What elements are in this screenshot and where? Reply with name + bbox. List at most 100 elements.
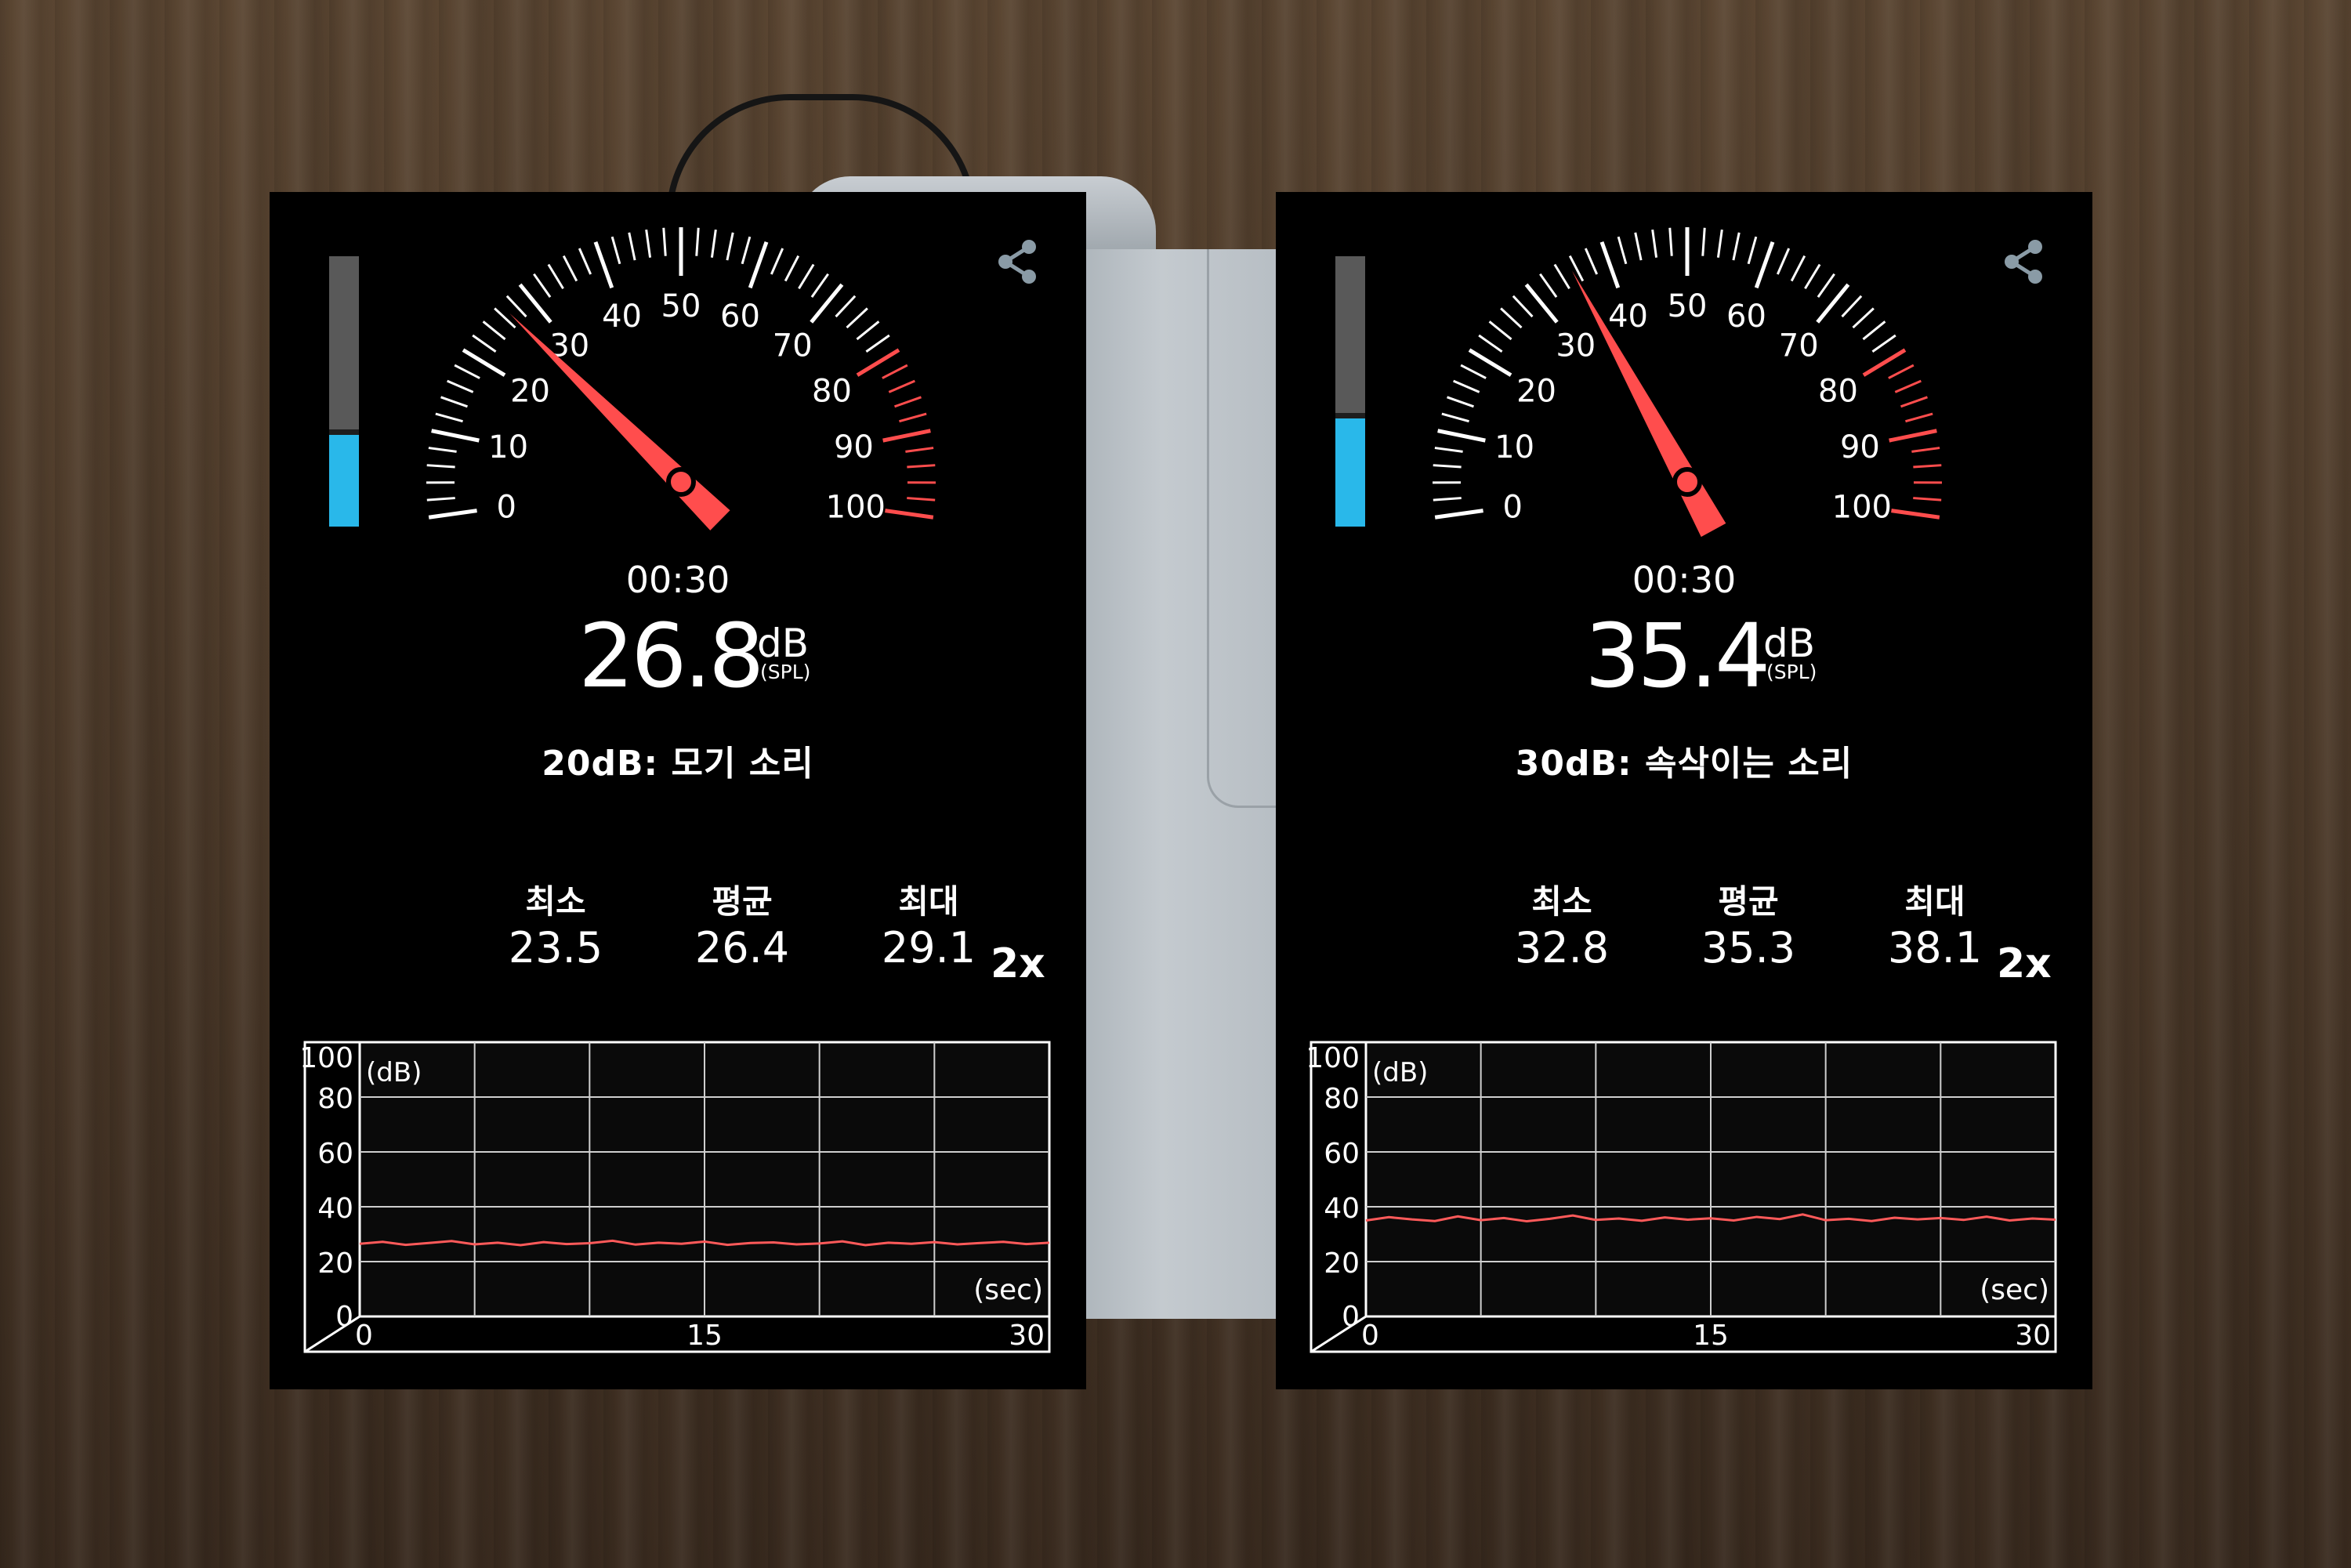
gauge-tick [494, 307, 516, 329]
gauge-tick [1478, 334, 1503, 353]
gauge-label: 60 [1726, 299, 1766, 335]
gauge-tick [1871, 334, 1896, 353]
noise-description: 20dB: 모기 소리 [542, 744, 814, 784]
stat-avg: 평균 35.3 [1682, 882, 1815, 974]
chart-x-tick-label: 30 [2015, 1320, 2051, 1352]
gauge-tick [1539, 273, 1558, 298]
share-icon[interactable] [2001, 237, 2048, 286]
gauge-tick [894, 396, 922, 408]
gauge-tick [454, 364, 480, 379]
chart-y-tick-label: 0 [1342, 1301, 1360, 1333]
gauge-tick [726, 232, 734, 261]
chart-y-tick-label: 60 [1324, 1138, 1360, 1170]
chart-y-tick-label: 0 [335, 1301, 353, 1333]
elapsed-time: 00:30 [625, 559, 730, 601]
gauge-tick [482, 320, 506, 341]
speed-toggle-button[interactable]: 2x [991, 940, 1045, 987]
gauge-tick [435, 412, 463, 423]
level-meter [329, 256, 359, 527]
gauge: 010203040 50 60708090100 [1432, 227, 1943, 538]
share-icon[interactable] [994, 237, 1041, 286]
gauge-tick [1911, 447, 1940, 453]
gauge-tick [1434, 447, 1463, 453]
sound-meter-panel-1: 0 10 20 30 40 50 60 70 80 90 100 00:30 26.8 dB (SP… [270, 192, 1086, 1389]
gauge-tick [907, 497, 936, 502]
chart-y-tick-label: 100 [1307, 1042, 1360, 1074]
gauge-tick [1453, 379, 1480, 393]
gauge-label: 90 [834, 429, 874, 465]
gauge-tick [645, 229, 652, 258]
gauge-tick [882, 364, 908, 379]
gauge-label: 50 [661, 288, 701, 324]
gauge-tick [882, 429, 931, 443]
gauge-tick [888, 379, 915, 393]
gauge-tick [1776, 248, 1791, 275]
gauge-tick [1500, 307, 1523, 329]
gauge-tick [1512, 295, 1534, 318]
chart-y-tick-label: 60 [317, 1138, 353, 1170]
chart-y-tick-label: 80 [317, 1083, 353, 1115]
gauge-label: 20 [510, 373, 550, 409]
stat-max: 최대 29.1 [862, 882, 995, 974]
gauge-tick [426, 464, 455, 469]
gauge-tick [662, 227, 667, 256]
gauge-tick [428, 509, 477, 520]
reading-unit: dB [757, 621, 810, 666]
gauge-tick [856, 320, 880, 341]
stat-min-value: 32.8 [1514, 923, 1610, 972]
gauge-tick [710, 229, 717, 258]
gauge-tick [610, 236, 621, 265]
chart-y-unit-label: (dB) [1372, 1057, 1428, 1088]
gauge-tick [770, 248, 784, 275]
gauge-label: 10 [1494, 429, 1534, 465]
gauge-tick [578, 248, 592, 275]
gauge-tick [1701, 227, 1706, 256]
gauge-tick [1905, 412, 1933, 423]
noise-description: 30dB: 속삭이는 소리 [1515, 744, 1853, 784]
gauge-tick [547, 263, 564, 289]
stat-min-value: 23.5 [508, 923, 603, 972]
gauge-tick [784, 255, 800, 282]
level-meter [1335, 256, 1365, 527]
stat-max-label: 최대 [898, 882, 959, 921]
gauge: 010203040 50 60708090100 [426, 227, 936, 531]
gauge-tick [1790, 255, 1806, 282]
stat-min-label: 최소 [525, 882, 586, 921]
gauge-tick [1433, 497, 1462, 502]
level-meter-fill [1335, 418, 1365, 527]
gauge-label: 20 [1516, 373, 1556, 409]
stat-max-label: 최대 [1904, 882, 1965, 921]
gauge-tick [741, 236, 752, 265]
gauge-label: 0 [1502, 489, 1522, 525]
gauge-label: 70 [1779, 328, 1819, 364]
gauge-tick [462, 348, 506, 377]
history-chart: 100 80 60 40 20 00 15 30 (dB) (sec) [1307, 1041, 2057, 1353]
gauge-label: 50 [1668, 288, 1708, 324]
gauge-tick [1754, 241, 1775, 289]
gauge-tick [1488, 320, 1512, 341]
gauge-tick [1433, 464, 1462, 469]
gauge-tick [748, 241, 769, 289]
gauge-tick [426, 497, 455, 502]
gauge-label: 0 [496, 489, 516, 525]
sound-meter-panel-2: 0 10 20 30 40 50 60 70 80 90 100 00:30 35.4 dB (SP… [1276, 192, 2092, 1389]
chart-x-tick-label: 30 [1009, 1320, 1045, 1352]
gauge-tick [1900, 396, 1928, 408]
gauge-tick [1894, 379, 1922, 393]
reading-unit-sub: (SPL) [760, 661, 811, 683]
chart-x-tick-label: 0 [1361, 1320, 1379, 1352]
chart-y-tick-label: 100 [301, 1042, 353, 1074]
gauge-tick [1468, 348, 1512, 377]
speed-toggle-button[interactable]: 2x [1997, 940, 2052, 987]
gauge-tick [1716, 229, 1723, 258]
stat-max: 최대 38.1 [1868, 882, 2001, 974]
chart-y-tick-label: 80 [1324, 1083, 1360, 1115]
gauge-tick [1584, 248, 1599, 275]
stat-max-value: 38.1 [1887, 923, 1983, 972]
gauge-tick [835, 295, 857, 318]
stat-avg-label: 평균 [712, 882, 773, 921]
level-meter-fill [329, 434, 359, 527]
gauge-tick [1447, 396, 1474, 408]
reading-unit: dB [1763, 621, 1816, 666]
chart-y-tick-label: 20 [1324, 1248, 1360, 1280]
